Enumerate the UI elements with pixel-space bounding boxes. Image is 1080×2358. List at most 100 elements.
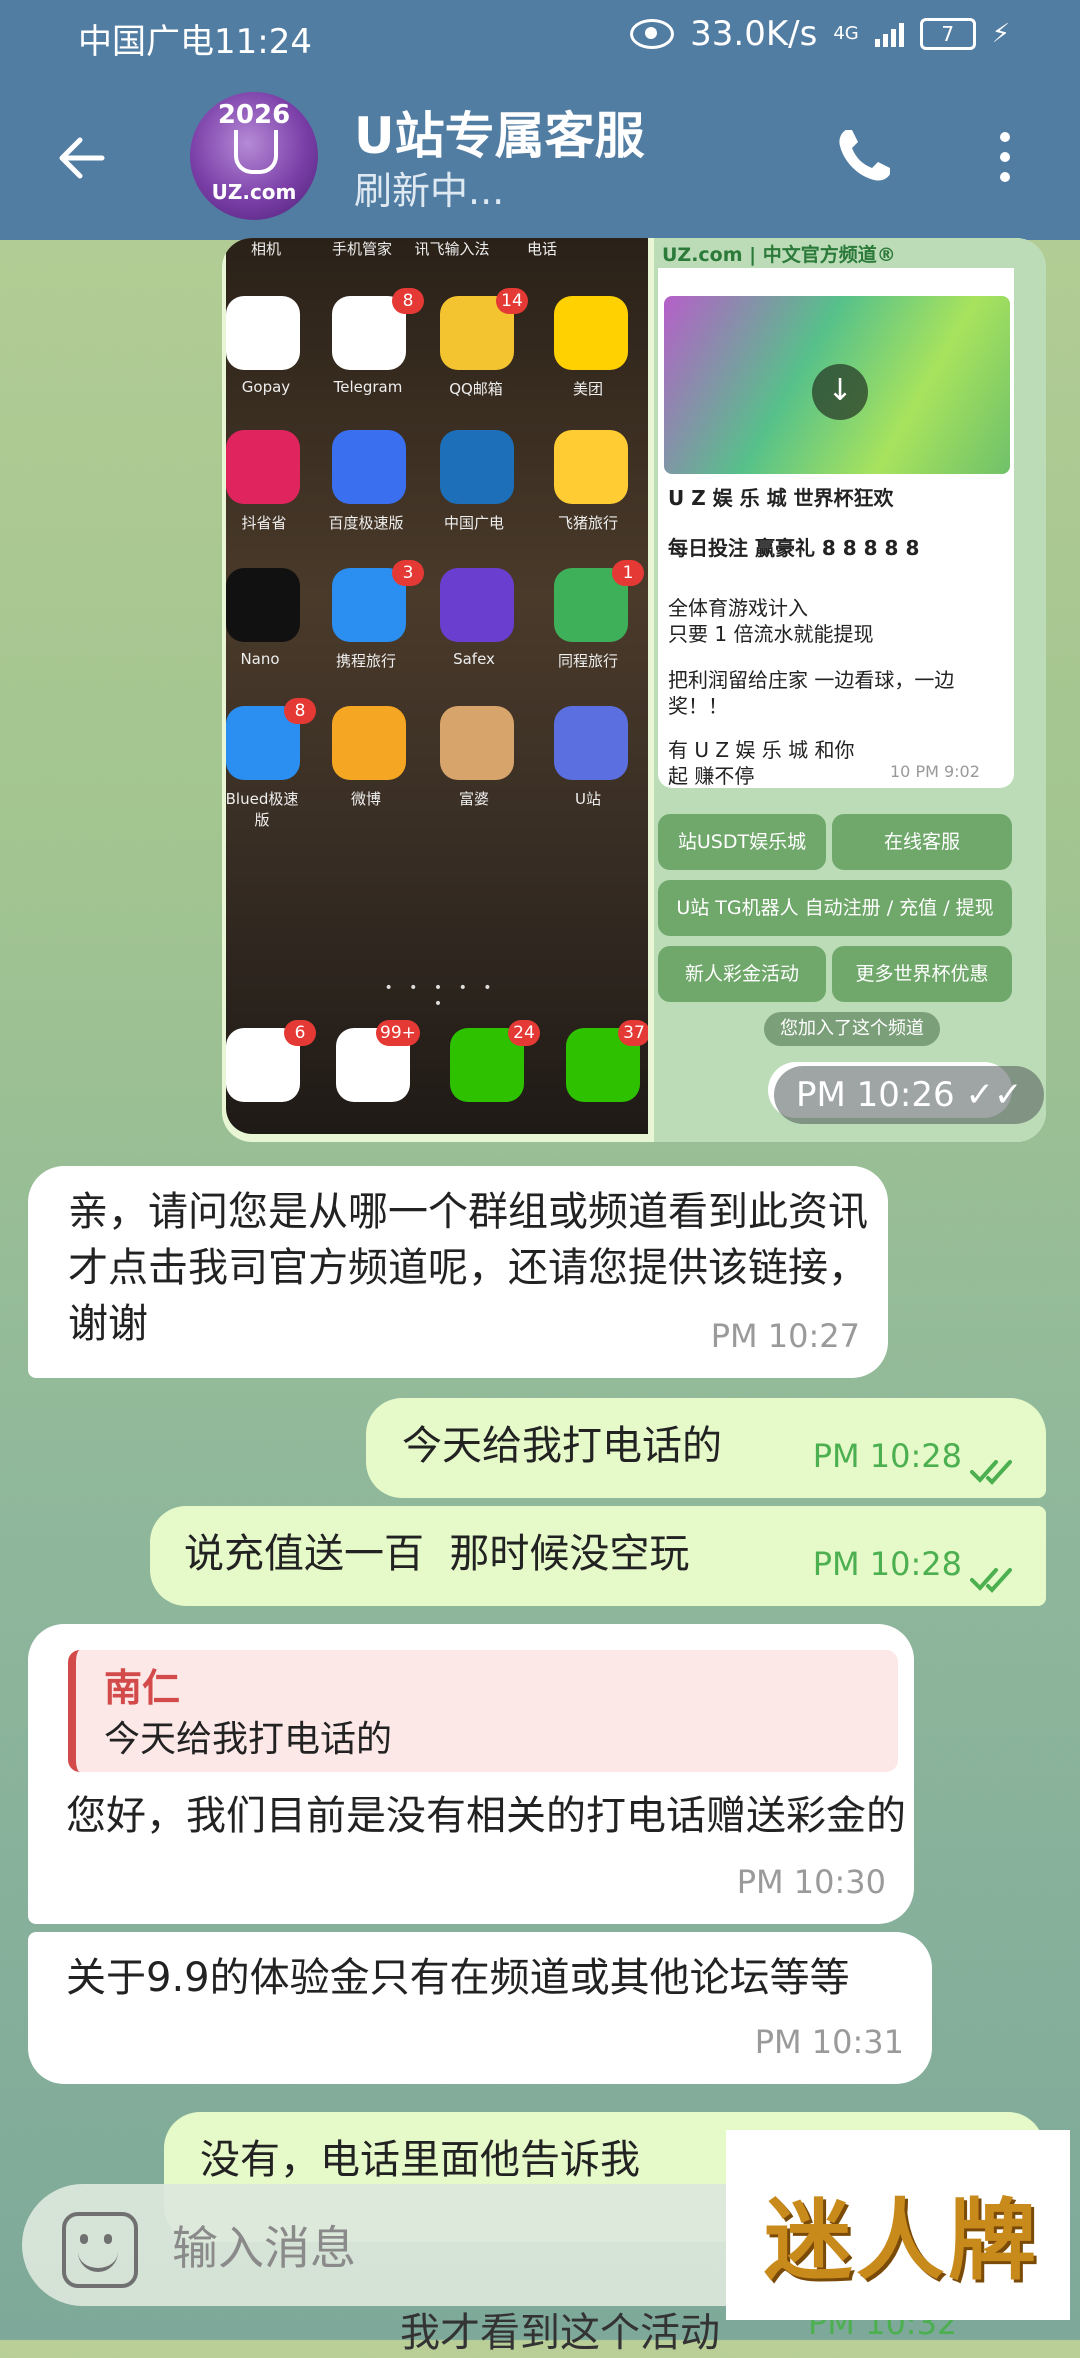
- fupo-app-icon: [440, 706, 514, 780]
- message-text: 关于9.9的体验金只有在频道或其他论坛等等: [66, 1955, 850, 2001]
- safex-app-icon: [440, 568, 514, 642]
- app-label: QQ邮箱: [449, 380, 503, 398]
- message-bubble[interactable]: 关于9.9的体验金只有在频道或其他论坛等等 PM 10:31: [28, 1932, 932, 2084]
- double-check-icon: [970, 1460, 1012, 1485]
- message-time: PM 10:31: [754, 2023, 904, 2061]
- reply-text: 今天给我打电话的: [104, 1719, 393, 1760]
- post-line: 有 U Z 娱 乐 城 和你: [668, 738, 855, 762]
- sticker-emoji-icon[interactable]: [62, 2212, 138, 2288]
- doushengsheng-app-icon: [226, 430, 300, 504]
- notification-badge: 1: [612, 560, 644, 586]
- post-line: U Z 娱 乐 城 世界杯狂欢: [668, 486, 894, 510]
- uzhan-app-icon: [554, 706, 628, 780]
- partial-message-text: 我才看到这个活动: [400, 2310, 720, 2356]
- message-text: 没有，电话里面他告诉我: [200, 2137, 640, 2183]
- app-label: 微博: [350, 790, 381, 808]
- image-time: PM 10:26: [796, 1075, 955, 1115]
- notification-badge: 14: [496, 288, 528, 314]
- network-speed: 33.0K/s: [690, 14, 818, 54]
- network-type: 4G: [833, 23, 859, 44]
- nano-app-icon: [226, 568, 300, 642]
- app-label: 中国广电: [443, 514, 504, 532]
- fliggy-app-icon: [554, 430, 628, 504]
- channel-button: U站 TG机器人 自动注册 / 充值 / 提现: [658, 880, 1012, 936]
- message-bubble[interactable]: 南仁 今天给我打电话的 您好，我们目前是没有相关的打电话赠送彩金的 PM 10:…: [28, 1624, 914, 1924]
- phone-call-icon[interactable]: [832, 124, 896, 188]
- notification-badge: 6: [284, 1020, 316, 1046]
- app-label: Telegram: [333, 378, 403, 396]
- post-line: 每日投注 赢豪礼 8 8 8 8 8: [668, 536, 920, 560]
- channel-post: ↓ U Z 娱 乐 城 世界杯狂欢 每日投注 赢豪礼 8 8 8 8 8 全体育…: [658, 268, 1014, 788]
- more-menu-icon[interactable]: [990, 126, 1020, 186]
- post-line: 把利润留给庄家 一边看球，一边: [668, 668, 955, 692]
- gopay-app-icon: [226, 296, 300, 370]
- app-label: Blued极速版: [226, 790, 299, 829]
- watermark-text: 迷人牌: [764, 2189, 1041, 2292]
- joined-channel-notice: 您加入了这个频道: [764, 1012, 940, 1046]
- app-label: 讯飞输入法: [414, 240, 490, 258]
- notification-badge: 24: [508, 1020, 540, 1046]
- app-label: 同程旅行: [557, 652, 618, 670]
- avatar-year: 2026: [217, 100, 291, 130]
- baidu-app-icon: [332, 430, 406, 504]
- message-time: PM 10:27: [710, 1317, 860, 1355]
- app-label: 手机管家: [331, 240, 392, 258]
- post-line: 奖！！: [668, 694, 728, 718]
- notification-badge: 3: [392, 560, 424, 586]
- app-label: 抖省省: [241, 514, 287, 532]
- message-time: PM 10:30: [736, 1863, 886, 1901]
- notification-badge: 37: [618, 1020, 648, 1046]
- image-timestamp: PM 10:26 ✓✓: [774, 1066, 1045, 1124]
- app-label: 携程旅行: [335, 652, 396, 670]
- post-line: 只要 1 倍流水就能提现: [668, 622, 874, 646]
- watermark-logo: 迷人牌: [726, 2130, 1070, 2320]
- channel-button: 更多世界杯优惠: [832, 946, 1012, 1002]
- channel-screenshot: UZ.com | 中文官方频道® ↓ U Z 娱 乐 城 世界杯狂欢 每日投注 …: [654, 238, 1046, 1142]
- avatar[interactable]: 2026 UZ.com: [190, 92, 318, 220]
- app-label: Nano: [240, 650, 280, 668]
- app-label: Safex: [453, 650, 495, 668]
- channel-button: 站USDT娱乐城: [658, 814, 826, 870]
- notification-badge: 8: [392, 288, 424, 314]
- notification-badge: 8: [284, 698, 316, 724]
- message-bubble[interactable]: 亲，请问您是从哪一个群组或频道看到此资讯才点击我司官方频道呢，还请您提供该链接，…: [28, 1166, 888, 1378]
- download-icon: ↓: [812, 364, 868, 420]
- phone-screenshot: 相机 手机管家 讯飞输入法 电话 Gopay 8 Telegram 14 QQ邮…: [226, 238, 648, 1134]
- carrier-time: 中国广电11:24: [78, 22, 312, 62]
- double-check-icon: [970, 1568, 1012, 1593]
- message-text: 您好，我们目前是没有相关的打电话赠送彩金的: [66, 1793, 906, 1839]
- image-message[interactable]: 相机 手机管家 讯飞输入法 电话 Gopay 8 Telegram 14 QQ邮…: [222, 238, 1046, 1142]
- message-bubble[interactable]: 今天给我打电话的 PM 10:28: [366, 1398, 1046, 1498]
- message-time: PM 10:28: [812, 1545, 962, 1583]
- status-bar: 中国广电11:24 33.0K/s 4G 7 ⚡: [0, 0, 1080, 72]
- app-label: 百度极速版: [328, 514, 404, 532]
- channel-header: UZ.com | 中文官方频道®: [662, 244, 896, 266]
- page-indicator: • • • • • •: [384, 980, 498, 1012]
- back-arrow-icon[interactable]: [52, 128, 112, 188]
- message-input[interactable]: 输入消息: [172, 2212, 356, 2278]
- app-label: 飞猪旅行: [557, 514, 618, 532]
- chat-header: 中国广电11:24 33.0K/s 4G 7 ⚡ 2026 UZ.com U站专…: [0, 0, 1080, 240]
- chat-title[interactable]: U站专属客服: [354, 96, 645, 168]
- battery-icon: 7: [919, 18, 976, 50]
- post-line: 全体育游戏计入: [668, 596, 808, 620]
- message-bubble[interactable]: 说充值送一百 那时候没空玩 PM 10:28: [150, 1506, 1046, 1606]
- meituan-app-icon: [554, 296, 628, 370]
- app-label: Gopay: [241, 378, 291, 396]
- channel-button: 新人彩金活动: [658, 946, 826, 1002]
- channel-button: 在线客服: [832, 814, 1012, 870]
- weibo-app-icon: [332, 706, 406, 780]
- china-broadnet-app-icon: [440, 430, 514, 504]
- avatar-domain: UZ.com: [211, 180, 297, 204]
- reply-quote[interactable]: 南仁 今天给我打电话的: [68, 1650, 898, 1772]
- app-label: 相机: [250, 240, 281, 258]
- status-icons: 33.0K/s 4G 7 ⚡: [630, 14, 1010, 54]
- post-views-time: 10 PM 9:02: [890, 762, 980, 781]
- chat-status: 刷新中...: [354, 169, 505, 213]
- app-label: 富婆: [458, 790, 489, 808]
- message-text: 说充值送一百 那时候没空玩: [184, 1531, 690, 1577]
- message-text: 今天给我打电话的: [402, 1423, 722, 1469]
- app-label: 电话: [526, 240, 557, 258]
- signal-icon: [874, 21, 904, 47]
- notification-badge: 99+: [376, 1020, 420, 1046]
